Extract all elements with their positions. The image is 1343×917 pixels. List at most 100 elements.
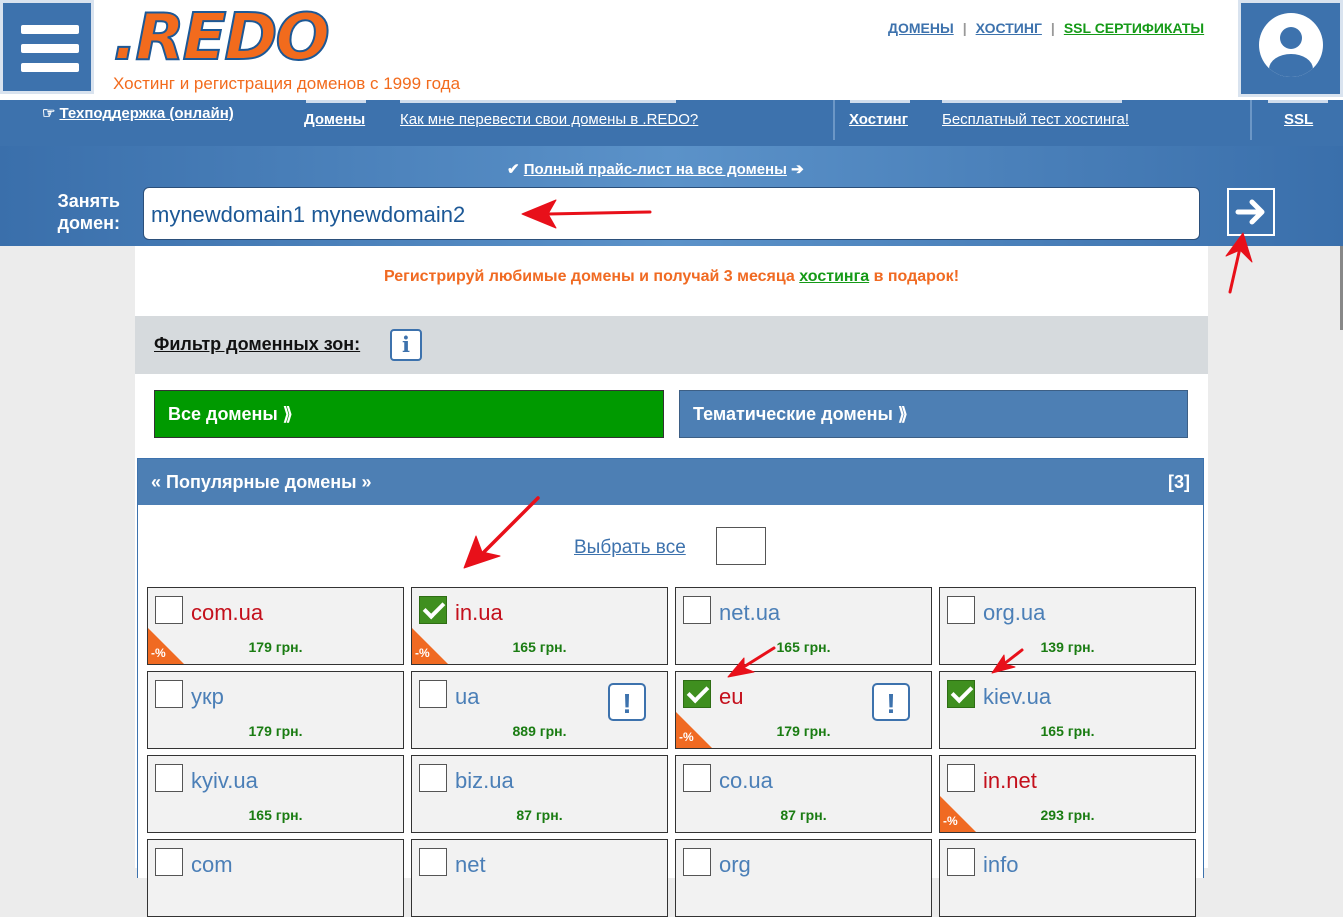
search-submit-button[interactable] bbox=[1227, 188, 1275, 236]
select-all-link[interactable]: Выбрать все bbox=[574, 537, 686, 559]
domain-price: 165 грн. bbox=[512, 639, 567, 655]
domain-cell[interactable]: in.net 293 грн. -% bbox=[939, 755, 1196, 833]
panel-title: « Популярные домены » bbox=[151, 472, 372, 492]
domain-name: biz.ua bbox=[455, 768, 514, 793]
domain-cell[interactable]: com bbox=[147, 839, 404, 917]
domain-price: 165 грн. bbox=[248, 807, 303, 823]
select-all-checkbox[interactable] bbox=[716, 527, 766, 565]
domain-name: org.ua bbox=[983, 600, 1046, 625]
domain-name: kiev.ua bbox=[983, 684, 1052, 709]
top-links: ДОМЕНЫ | ХОСТИНГ | SSL СЕРТИФИКАТЫ bbox=[888, 20, 1204, 36]
domain-name: com.ua bbox=[191, 600, 264, 625]
nav-hosting-test-link[interactable]: Бесплатный тест хостинга! bbox=[942, 111, 1129, 128]
check-double-icon: ✔ bbox=[507, 161, 520, 178]
top-link-domains[interactable]: ДОМЕНЫ bbox=[888, 20, 954, 36]
domain-cell[interactable]: eu 179 грн. -%! bbox=[675, 671, 932, 749]
nav-strip: ☞ Техподдержка (онлайн) Домены Как мне пе… bbox=[0, 100, 1343, 146]
domain-name: eu bbox=[719, 684, 744, 709]
domain-search-input[interactable]: mynewdomain1 mynewdomain2 bbox=[143, 187, 1200, 240]
domain-cell[interactable]: info bbox=[939, 839, 1196, 917]
top-link-ssl[interactable]: SSL СЕРТИФИКАТЫ bbox=[1064, 20, 1204, 36]
domain-checkbox[interactable] bbox=[683, 848, 711, 876]
discount-label: -% bbox=[679, 730, 694, 744]
domain-checkbox[interactable] bbox=[419, 848, 447, 876]
domain-price: 179 грн. bbox=[776, 723, 831, 739]
menu-bar-icon bbox=[21, 63, 79, 72]
domain-name: com bbox=[191, 852, 233, 877]
top-header: .REDO Хостинг и регистрация доменов с 19… bbox=[0, 0, 1343, 100]
arrow-right-icon: ➔ bbox=[791, 161, 804, 178]
popular-domains-panel: « Популярные домены » [3] Выбрать все co… bbox=[137, 458, 1204, 917]
thematic-domains-button[interactable]: Тематические домены ⟫ bbox=[679, 390, 1188, 438]
domain-checkbox[interactable] bbox=[947, 848, 975, 876]
link-separator: | bbox=[1050, 20, 1055, 36]
main-content: Регистрируй любимые домены и получай 3 м… bbox=[135, 246, 1208, 917]
warning-icon[interactable]: ! bbox=[872, 683, 910, 721]
selected-count: [3] bbox=[1168, 472, 1190, 492]
domain-name: co.ua bbox=[719, 768, 773, 793]
filter-bar: Фильтр доменных зон: i bbox=[135, 316, 1208, 374]
domain-checkbox[interactable] bbox=[155, 848, 183, 876]
promo-text: Регистрируй любимые домены и получай 3 м… bbox=[383, 268, 960, 285]
domain-cell[interactable]: biz.ua 87 грн. bbox=[411, 755, 668, 833]
domain-cell[interactable]: org.ua 139 грн. bbox=[939, 587, 1196, 665]
account-button[interactable] bbox=[1238, 0, 1343, 97]
domain-cell[interactable]: co.ua 87 грн. bbox=[675, 755, 932, 833]
domain-cell[interactable]: com.ua 179 грн. -% bbox=[147, 587, 404, 665]
domain-cell[interactable]: in.ua 165 грн. -% bbox=[411, 587, 668, 665]
nav-transfer-link[interactable]: Как мне перевести свои домены в .REDO? bbox=[400, 111, 698, 128]
domain-checkbox[interactable] bbox=[683, 680, 711, 708]
warning-icon[interactable]: ! bbox=[608, 683, 646, 721]
domain-cell[interactable]: org bbox=[675, 839, 932, 917]
domain-checkbox[interactable] bbox=[155, 764, 183, 792]
search-band: ✔ Полный прайс-лист на все домены ➔ Заня… bbox=[0, 146, 1343, 246]
domain-price: 179 грн. bbox=[248, 723, 303, 739]
domain-cell[interactable]: net bbox=[411, 839, 668, 917]
nav-domains[interactable]: Домены bbox=[304, 111, 365, 128]
discount-label: -% bbox=[943, 814, 958, 828]
domain-checkbox[interactable] bbox=[683, 596, 711, 624]
search-label: Занять домен: bbox=[57, 191, 120, 233]
domain-checkbox[interactable] bbox=[419, 764, 447, 792]
pricelist-link[interactable]: ✔ Полный прайс-лист на все домены ➔ bbox=[507, 160, 804, 178]
logo[interactable]: .REDO bbox=[112, 1, 331, 75]
domain-checkbox[interactable] bbox=[155, 596, 183, 624]
hamburger-menu-button[interactable] bbox=[0, 0, 94, 94]
domain-price: 165 грн. bbox=[776, 639, 831, 655]
domain-checkbox[interactable] bbox=[947, 680, 975, 708]
nav-ssl[interactable]: SSL bbox=[1284, 111, 1313, 128]
discount-label: -% bbox=[151, 646, 166, 660]
domain-cell[interactable]: kyiv.ua 165 грн. bbox=[147, 755, 404, 833]
domain-cell[interactable]: укр 179 грн. bbox=[147, 671, 404, 749]
arrow-right-icon bbox=[1235, 199, 1265, 225]
menu-bar-icon bbox=[21, 44, 79, 53]
domain-checkbox[interactable] bbox=[419, 596, 447, 624]
domain-cell[interactable]: net.ua 165 грн. bbox=[675, 587, 932, 665]
all-domains-button[interactable]: Все домены ⟫ bbox=[154, 390, 664, 438]
domain-name: org bbox=[719, 852, 751, 877]
popular-domains-header[interactable]: « Популярные домены » [3] bbox=[138, 459, 1203, 505]
promo-hosting-link[interactable]: хостинга bbox=[799, 268, 869, 285]
domain-price: 179 грн. bbox=[248, 639, 303, 655]
domain-cell[interactable]: ua 889 грн.! bbox=[411, 671, 668, 749]
nav-hosting[interactable]: Хостинг bbox=[849, 111, 908, 128]
support-link[interactable]: ☞ Техподдержка (онлайн) bbox=[42, 104, 234, 122]
domain-name: net.ua bbox=[719, 600, 781, 625]
top-link-hosting[interactable]: ХОСТИНГ bbox=[976, 20, 1042, 36]
domain-cell[interactable]: kiev.ua 165 грн. bbox=[939, 671, 1196, 749]
divider bbox=[833, 100, 835, 140]
domain-price: 87 грн. bbox=[516, 807, 563, 823]
domain-checkbox[interactable] bbox=[683, 764, 711, 792]
menu-bar-icon bbox=[21, 25, 79, 34]
divider bbox=[1250, 100, 1252, 140]
domain-price: 889 грн. bbox=[512, 723, 567, 739]
domain-checkbox[interactable] bbox=[419, 680, 447, 708]
domain-checkbox[interactable] bbox=[947, 764, 975, 792]
filter-label[interactable]: Фильтр доменных зон: bbox=[154, 334, 360, 355]
domain-price: 87 грн. bbox=[780, 807, 827, 823]
handshake-icon: ☞ bbox=[42, 105, 56, 122]
domain-checkbox[interactable] bbox=[155, 680, 183, 708]
domain-checkbox[interactable] bbox=[947, 596, 975, 624]
info-icon[interactable]: i bbox=[390, 329, 422, 361]
domain-name: kyiv.ua bbox=[191, 768, 258, 793]
